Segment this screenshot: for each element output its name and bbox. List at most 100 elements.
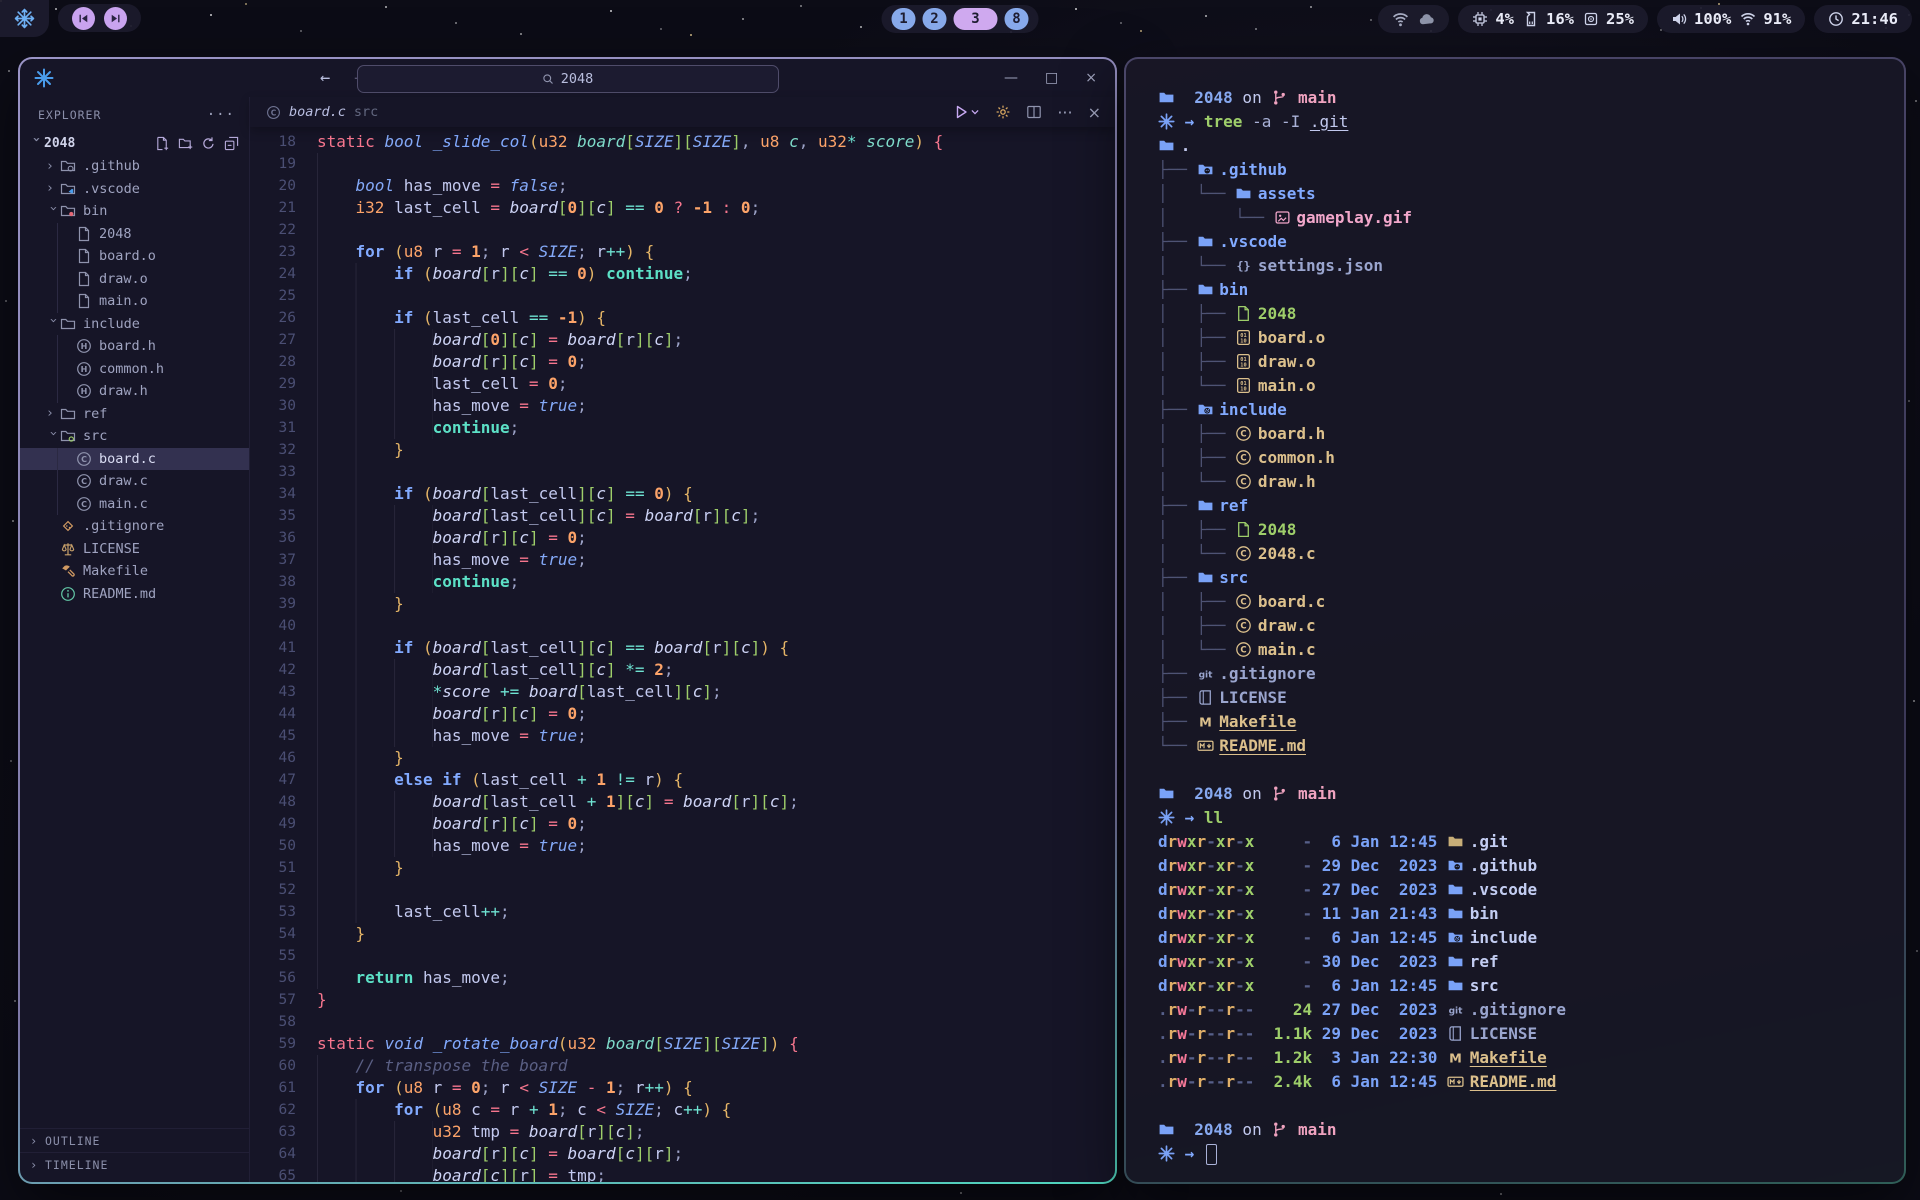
breadcrumb-path[interactable]: src <box>354 104 378 120</box>
system-stats-pill[interactable]: 4% 16% 25% <box>1458 5 1648 33</box>
code-line[interactable]: 37has_move = true; <box>250 549 1115 571</box>
explorer-item-draw.o[interactable]: draw.o <box>20 268 249 291</box>
audio-network-pill[interactable]: 100% 91% <box>1657 5 1805 33</box>
explorer-item-LICENSE[interactable]: LICENSE <box>20 538 249 561</box>
code-line[interactable]: 56return has_move; <box>250 967 1115 989</box>
code-line[interactable]: 43*score += board[last_cell][c]; <box>250 681 1115 703</box>
breadcrumb-file[interactable]: board.c <box>289 104 346 120</box>
code-line[interactable]: 47else if (last_cell + 1 != r) { <box>250 769 1115 791</box>
explorer-more-actions-button[interactable]: ··· <box>207 107 235 123</box>
maximize-button[interactable]: □ <box>1045 70 1058 86</box>
code-line[interactable]: 21i32 last_cell = board[0][c] == 0 ? -1 … <box>250 197 1115 219</box>
code-line[interactable]: 20bool has_move = false; <box>250 175 1115 197</box>
code-line[interactable]: 48board[last_cell + 1][c] = board[r][c]; <box>250 791 1115 813</box>
navigate-back-button[interactable]: ← <box>320 68 330 88</box>
code-line[interactable]: 59static void _rotate_board(u32 board[SI… <box>250 1033 1115 1055</box>
terminal-content[interactable]: 2048 on main → tree -a -I .git.├── .gith… <box>1126 59 1904 1182</box>
code-line[interactable]: 46} <box>250 747 1115 769</box>
explorer-item-.vscode[interactable]: ›.vscode <box>20 178 249 201</box>
close-button[interactable]: × <box>1085 70 1097 86</box>
explorer-item-common.h[interactable]: Hcommon.h <box>20 358 249 381</box>
code-line[interactable]: 42board[last_cell][c] *= 2; <box>250 659 1115 681</box>
code-line[interactable]: 24if (board[r][c] == 0) continue; <box>250 263 1115 285</box>
outline-section[interactable]: ›OUTLINE <box>20 1128 249 1152</box>
minimize-button[interactable]: — <box>1004 70 1018 86</box>
refresh-button[interactable] <box>201 136 216 151</box>
explorer-item-src[interactable]: ›src <box>20 425 249 448</box>
code-line[interactable]: 31continue; <box>250 417 1115 439</box>
explorer-item-board.o[interactable]: board.o <box>20 245 249 268</box>
explorer-item-draw.h[interactable]: Hdraw.h <box>20 380 249 403</box>
code-line[interactable]: 38continue; <box>250 571 1115 593</box>
command-search-input[interactable]: 2048 <box>357 65 779 93</box>
split-editor-button[interactable] <box>1026 104 1042 120</box>
workspace-2[interactable]: 2 <box>923 8 947 30</box>
code-line[interactable]: 58 <box>250 1011 1115 1033</box>
explorer-item-bin[interactable]: ›bin <box>20 200 249 223</box>
timeline-section[interactable]: ›TIMELINE <box>20 1152 249 1176</box>
code-area[interactable]: 18static bool _slide_col(u32 board[SIZE]… <box>250 127 1115 1182</box>
code-line[interactable]: 39} <box>250 593 1115 615</box>
explorer-item-Makefile[interactable]: Makefile <box>20 560 249 583</box>
explorer-item-include[interactable]: ›include <box>20 313 249 336</box>
code-line[interactable]: 26if (last_cell == -1) { <box>250 307 1115 329</box>
close-editor-button[interactable]: × <box>1088 103 1101 122</box>
code-line[interactable]: 45has_move = true; <box>250 725 1115 747</box>
code-line[interactable]: 36board[r][c] = 0; <box>250 527 1115 549</box>
code-line[interactable]: 44board[r][c] = 0; <box>250 703 1115 725</box>
code-line[interactable]: 18static bool _slide_col(u32 board[SIZE]… <box>250 131 1115 153</box>
media-prev-button[interactable] <box>72 7 95 30</box>
media-next-button[interactable] <box>104 7 127 30</box>
code-line[interactable]: 27board[0][c] = board[r][c]; <box>250 329 1115 351</box>
workspace-1[interactable]: 1 <box>892 8 916 30</box>
collapse-all-button[interactable] <box>224 136 239 151</box>
run-button[interactable] <box>953 104 980 120</box>
network-indicators-pill[interactable] <box>1378 5 1449 33</box>
editor-more-actions-button[interactable]: ··· <box>1057 103 1072 122</box>
code-line[interactable]: 34if (board[last_cell][c] == 0) { <box>250 483 1115 505</box>
code-line[interactable]: 19 <box>250 153 1115 175</box>
code-line[interactable]: 51} <box>250 857 1115 879</box>
explorer-item-README.md[interactable]: README.md <box>20 583 249 606</box>
code-line[interactable]: 41if (board[last_cell][c] == board[r][c]… <box>250 637 1115 659</box>
code-line[interactable]: 35board[last_cell][c] = board[r][c]; <box>250 505 1115 527</box>
code-line[interactable]: 49board[r][c] = 0; <box>250 813 1115 835</box>
clock-pill[interactable]: 21:46 <box>1814 5 1912 33</box>
explorer-item-board.c[interactable]: Cboard.c <box>20 448 249 471</box>
explorer-item-ref[interactable]: ›ref <box>20 403 249 426</box>
code-line[interactable]: 32} <box>250 439 1115 461</box>
code-line[interactable]: 50has_move = true; <box>250 835 1115 857</box>
code-line[interactable]: 25 <box>250 285 1115 307</box>
breadcrumb[interactable]: C board.c src ··· × <box>250 97 1115 127</box>
code-line[interactable]: 40 <box>250 615 1115 637</box>
explorer-item-2048[interactable]: 2048 <box>20 223 249 246</box>
settings-gear-button[interactable] <box>995 104 1011 120</box>
code-line[interactable]: 60// transpose the board <box>250 1055 1115 1077</box>
code-line[interactable]: 64board[r][c] = board[c][r]; <box>250 1143 1115 1165</box>
explorer-root-folder[interactable]: › 2048 <box>20 131 249 155</box>
code-line[interactable]: 53last_cell++; <box>250 901 1115 923</box>
workspace-3[interactable]: 3 <box>954 8 998 30</box>
os-logo-button[interactable] <box>0 0 49 37</box>
new-file-button[interactable] <box>155 136 170 151</box>
editor-titlebar[interactable]: ← → 2048 — □ × <box>20 59 1115 97</box>
code-line[interactable]: 33 <box>250 461 1115 483</box>
code-line[interactable]: 57} <box>250 989 1115 1011</box>
code-line[interactable]: 28board[r][c] = 0; <box>250 351 1115 373</box>
code-line[interactable]: 52 <box>250 879 1115 901</box>
code-line[interactable]: 63u32 tmp = board[r][c]; <box>250 1121 1115 1143</box>
explorer-item-board.h[interactable]: Hboard.h <box>20 335 249 358</box>
code-line[interactable]: 29last_cell = 0; <box>250 373 1115 395</box>
explorer-item-.gitignore[interactable]: .gitignore <box>20 515 249 538</box>
code-line[interactable]: 55 <box>250 945 1115 967</box>
code-line[interactable]: 62for (u8 c = r + 1; c < SIZE; c++) { <box>250 1099 1115 1121</box>
explorer-item-draw.c[interactable]: Cdraw.c <box>20 470 249 493</box>
code-line[interactable]: 22 <box>250 219 1115 241</box>
code-line[interactable]: 61for (u8 r = 0; r < SIZE - 1; r++) { <box>250 1077 1115 1099</box>
explorer-item-.github[interactable]: ›.github <box>20 155 249 178</box>
code-line[interactable]: 30has_move = true; <box>250 395 1115 417</box>
workspace-8[interactable]: 8 <box>1005 8 1029 30</box>
code-line[interactable]: 65board[c][r] = tmp; <box>250 1165 1115 1182</box>
code-line[interactable]: 23for (u8 r = 1; r < SIZE; r++) { <box>250 241 1115 263</box>
explorer-item-main.c[interactable]: Cmain.c <box>20 493 249 516</box>
